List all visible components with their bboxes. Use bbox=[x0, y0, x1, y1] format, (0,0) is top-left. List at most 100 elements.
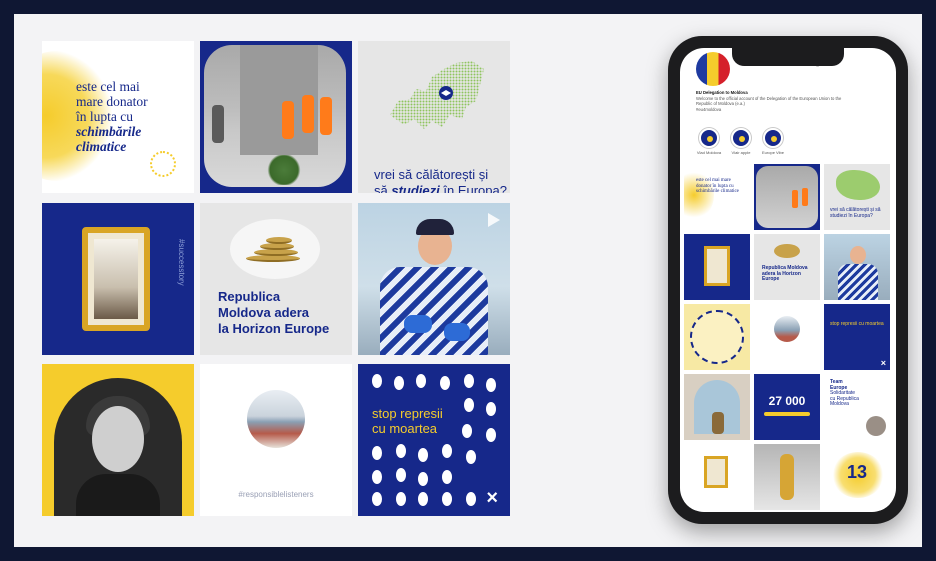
dot-shape bbox=[418, 448, 428, 462]
profile-bio-line-3: #eu4moldova bbox=[696, 106, 722, 112]
shoulders-shape bbox=[76, 474, 160, 516]
worker-figure bbox=[282, 101, 294, 139]
horizon-line-1: Republica bbox=[218, 289, 281, 304]
climate-text: este cel mai mare donator în lupta cu sc… bbox=[76, 79, 194, 154]
highlight-1[interactable]: Vlad Moldova bbox=[694, 128, 724, 155]
dot-shape bbox=[372, 446, 382, 460]
horizon-line-3: la Horizon Europe bbox=[218, 321, 330, 336]
europe-map-icon bbox=[390, 61, 484, 129]
phone-stop-text: stop represii cu moartea bbox=[830, 321, 884, 327]
worker-figure bbox=[212, 105, 224, 143]
close-icon: × bbox=[486, 487, 498, 509]
phone-13-text: 13 bbox=[846, 462, 868, 482]
feed-tile-success-story[interactable]: #successtory bbox=[42, 203, 194, 355]
climate-line-2: mare donator bbox=[76, 94, 148, 109]
feed-tile-climate[interactable]: este cel mai mare donator în lupta cu sc… bbox=[42, 41, 194, 193]
dot-shape bbox=[396, 492, 406, 506]
frame-picture bbox=[94, 239, 138, 319]
phone-tile-woman[interactable] bbox=[754, 444, 820, 510]
head-shape bbox=[850, 246, 866, 264]
feed-tile-listeners[interactable]: #responsiblelisteners bbox=[200, 364, 352, 516]
profile-bio: EU Delegation to Moldova Welcome to the … bbox=[696, 90, 846, 112]
plant-shape bbox=[266, 155, 302, 185]
striped-shirt bbox=[380, 267, 488, 355]
hashtag-label: #responsiblelisteners bbox=[238, 490, 314, 499]
dot-shape bbox=[442, 444, 452, 458]
highlight-2[interactable]: Vlair apple bbox=[726, 128, 756, 155]
climate-line-5: climatice bbox=[76, 139, 127, 154]
dot-shape bbox=[416, 374, 426, 388]
phone-tile-27000[interactable]: 27 000 bbox=[754, 374, 820, 440]
climate-line-4: schimbările bbox=[76, 124, 142, 139]
dot-shape bbox=[372, 470, 382, 484]
yellow-bar bbox=[764, 412, 810, 416]
dot-shape bbox=[418, 472, 428, 486]
feed-tile-workers[interactable] bbox=[200, 41, 352, 193]
stop-line-2: cu moartea bbox=[372, 421, 438, 436]
play-icon[interactable] bbox=[488, 213, 500, 227]
phone-tile-stop[interactable]: stop represii cu moartea × bbox=[824, 304, 890, 370]
hashtag-label: #successtory bbox=[177, 239, 186, 286]
dot-shape bbox=[464, 398, 474, 412]
person-figure bbox=[712, 412, 724, 434]
dot-shape bbox=[372, 492, 382, 506]
phone-tile-frame[interactable] bbox=[684, 444, 750, 510]
feed-tile-portrait[interactable] bbox=[42, 364, 194, 516]
stop-line-1: stop represii bbox=[372, 406, 443, 421]
highlight-circle-icon bbox=[763, 128, 783, 148]
study-text: vrei să călătorești și să studiezi în Eu… bbox=[374, 167, 510, 193]
landscape-circle bbox=[774, 316, 800, 342]
phone-tile-climate[interactable]: este cel mai mare donator în lupta cu sc… bbox=[684, 164, 750, 230]
person-figure bbox=[780, 454, 794, 500]
highlight-3[interactable]: Europe Vibe bbox=[758, 128, 788, 155]
phone-tile-fisherman[interactable] bbox=[824, 234, 890, 300]
stars-circle-icon bbox=[150, 151, 176, 177]
phone-notch bbox=[732, 48, 844, 66]
phone-tile-horizon[interactable]: Republica Moldova adera la Horizon Europ… bbox=[754, 234, 820, 300]
climate-line-1: este cel mai bbox=[76, 79, 140, 94]
phone-tile-arch[interactable] bbox=[684, 374, 750, 440]
study-line-2-em: studiezi bbox=[391, 183, 440, 193]
study-line-2-post: în Europa? bbox=[439, 183, 507, 193]
phone-tile-study[interactable]: vrei să călătorești și să studiezi în Eu… bbox=[824, 164, 890, 230]
highlight-circle-icon bbox=[731, 128, 751, 148]
feed-tile-fisherman[interactable] bbox=[358, 203, 510, 355]
horizon-text: Republica Moldova adera la Horizon Europ… bbox=[218, 289, 348, 337]
coin-icon bbox=[254, 249, 298, 256]
feed-tile-horizon[interactable]: Republica Moldova adera la Horizon Europ… bbox=[200, 203, 352, 355]
phone-tile-listeners[interactable] bbox=[754, 304, 820, 370]
worker-figure bbox=[302, 95, 314, 133]
dot-shape bbox=[464, 374, 474, 388]
landscape-circle bbox=[247, 390, 305, 448]
phone-tile-success[interactable] bbox=[684, 234, 750, 300]
profile-avatar[interactable] bbox=[696, 52, 730, 86]
highlight-label: Vlad Moldova bbox=[696, 150, 722, 155]
highlight-circle-icon bbox=[699, 128, 719, 148]
phone-tile-seal[interactable] bbox=[684, 304, 750, 370]
gold-frame bbox=[704, 246, 730, 286]
phone-27000-text: 27 000 bbox=[768, 394, 806, 408]
feed-tile-stop[interactable]: stop represii cu moartea × bbox=[358, 364, 510, 516]
phone-tile-13[interactable]: 13 bbox=[824, 444, 890, 510]
phone-tile-workers[interactable] bbox=[754, 164, 820, 230]
dot-shape bbox=[396, 444, 406, 458]
highlight-label: Europe Vibe bbox=[762, 150, 784, 155]
dot-shape bbox=[466, 492, 476, 506]
dot-shape bbox=[440, 376, 450, 390]
dot-shape bbox=[486, 428, 496, 442]
phone-team-line-5: Moldova bbox=[830, 401, 849, 407]
phone-horizon-text: Republica Moldova adera la Horizon Europ… bbox=[762, 265, 808, 282]
dot-shape bbox=[486, 378, 496, 392]
phone-team-text: Team Europe Solidaritate cu Republica Mo… bbox=[830, 379, 870, 408]
person-avatar bbox=[866, 416, 886, 436]
dot-shape bbox=[486, 402, 496, 416]
dot-shape bbox=[442, 470, 452, 484]
horizon-line-2: Moldova adera bbox=[218, 305, 310, 320]
worker-figure bbox=[802, 188, 808, 206]
feed-tile-study[interactable]: vrei să călătorești și să studiezi în Eu… bbox=[358, 41, 510, 193]
dot-shape bbox=[418, 492, 428, 506]
dot-shape bbox=[396, 468, 406, 482]
study-line-1: vrei să călătorești și bbox=[374, 167, 489, 182]
phone-tile-team-europe[interactable]: Team Europe Solidaritate cu Republica Mo… bbox=[824, 374, 890, 440]
europe-map-icon bbox=[836, 170, 880, 200]
